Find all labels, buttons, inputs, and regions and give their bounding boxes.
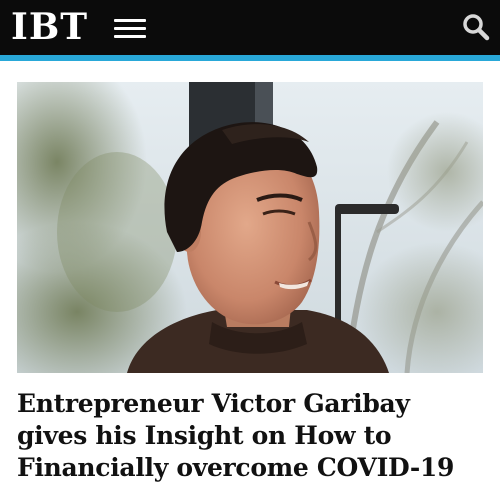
article-hero-image[interactable] xyxy=(17,82,483,373)
site-header: IBT xyxy=(0,0,500,55)
ibt-logo[interactable]: IBT xyxy=(11,6,88,48)
portrait-photo xyxy=(17,82,483,373)
menu-line xyxy=(114,35,146,38)
header-accent-bar xyxy=(0,55,500,61)
menu-line xyxy=(114,19,146,22)
search-icon[interactable] xyxy=(462,13,490,41)
menu-line xyxy=(114,27,146,30)
article-headline[interactable]: Entrepreneur Victor Garibay gives his In… xyxy=(17,388,487,484)
hamburger-menu-icon[interactable] xyxy=(114,16,148,40)
